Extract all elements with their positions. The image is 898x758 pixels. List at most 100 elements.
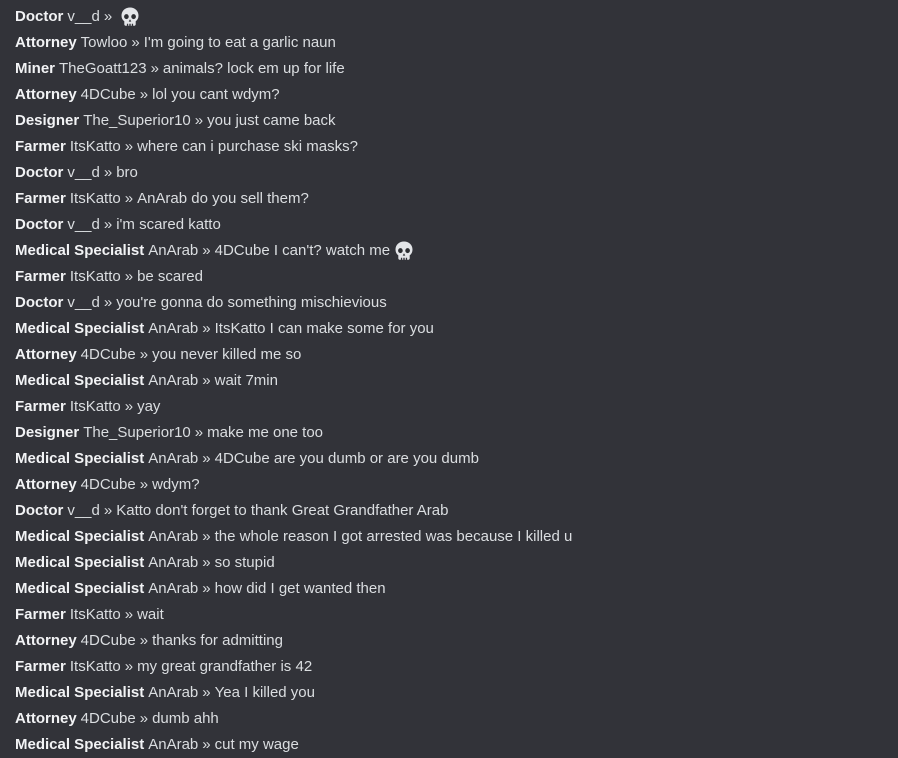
message-separator: » (103, 294, 113, 311)
message-username[interactable]: 4DCube (81, 82, 136, 108)
message-text: dumb ahh (152, 710, 219, 727)
message-role: Farmer (15, 268, 66, 285)
message-role: Medical Specialist (15, 736, 145, 753)
message-separator: » (103, 502, 113, 519)
chat-message: Farmer ItsKatto » yay (15, 394, 898, 420)
chat-message: Attorney 4DCube » dumb ahh (15, 706, 898, 732)
message-username[interactable]: AnArab (148, 732, 198, 758)
message-text: wait (137, 606, 164, 623)
message-separator: » (124, 606, 134, 623)
message-text: ItsKatto I can make some for you (214, 320, 434, 337)
chat-message: Miner TheGoatt123 » animals? lock em up … (15, 56, 898, 82)
chat-message: Medical Specialist AnArab » ItsKatto I c… (15, 316, 898, 342)
chat-message: Attorney Towloo » I'm going to eat a gar… (15, 30, 898, 56)
message-text: you just came back (207, 112, 336, 129)
message-text: lol you cant wdym? (152, 86, 280, 103)
message-separator: » (103, 164, 113, 181)
message-username[interactable]: 4DCube (81, 472, 136, 498)
message-username[interactable]: v__d (67, 4, 100, 30)
message-separator: » (194, 112, 204, 129)
message-role: Designer (15, 424, 80, 441)
message-username[interactable]: v__d (67, 160, 100, 186)
chat-message: Doctor v__d » (15, 4, 898, 30)
chat-message: Medical Specialist AnArab » how did I ge… (15, 576, 898, 602)
skull-icon (393, 240, 415, 262)
message-text: yay (137, 398, 161, 415)
message-role: Attorney (15, 34, 77, 51)
chat-message: Doctor v__d » i'm scared katto (15, 212, 898, 238)
chat-message: Farmer ItsKatto » wait (15, 602, 898, 628)
message-username[interactable]: ItsKatto (70, 394, 121, 420)
message-username[interactable]: AnArab (148, 368, 198, 394)
message-username[interactable]: 4DCube (81, 628, 136, 654)
message-separator: » (194, 424, 204, 441)
message-username[interactable]: 4DCube (81, 342, 136, 368)
message-username[interactable]: The_Superior10 (83, 108, 191, 134)
message-text: 4DCube I can't? watch me (214, 242, 391, 259)
message-separator: » (124, 138, 134, 155)
message-username[interactable]: AnArab (148, 316, 198, 342)
message-separator: » (150, 60, 159, 77)
message-separator: » (202, 736, 211, 753)
message-role: Doctor (15, 216, 64, 233)
message-username[interactable]: ItsKatto (70, 186, 121, 212)
chat-message: Medical Specialist AnArab » 4DCube are y… (15, 446, 898, 472)
message-username[interactable]: v__d (67, 498, 100, 524)
chat-message: Doctor v__d » you're gonna do something … (15, 290, 898, 316)
message-text: you're gonna do something mischievious (116, 294, 387, 311)
message-text: the whole reason I got arrested was beca… (214, 528, 573, 545)
chat-message: Attorney 4DCube » you never killed me so (15, 342, 898, 368)
message-role: Attorney (15, 710, 77, 727)
message-text: 4DCube are you dumb or are you dumb (214, 450, 479, 467)
message-username[interactable]: 4DCube (81, 706, 136, 732)
message-role: Doctor (15, 502, 64, 519)
message-role: Medical Specialist (15, 554, 145, 571)
chat-message: Farmer ItsKatto » AnArab do you sell the… (15, 186, 898, 212)
skull-icon (119, 6, 141, 28)
message-text: so stupid (214, 554, 275, 571)
message-username[interactable]: ItsKatto (70, 134, 121, 160)
message-username[interactable]: AnArab (148, 680, 198, 706)
message-username[interactable]: The_Superior10 (83, 420, 191, 446)
message-text: I'm going to eat a garlic naun (143, 34, 336, 51)
message-separator: » (139, 632, 149, 649)
message-role: Farmer (15, 658, 66, 675)
chat-message: Medical Specialist AnArab » wait 7min (15, 368, 898, 394)
message-text: thanks for admitting (152, 632, 283, 649)
message-separator: » (124, 268, 134, 285)
message-username[interactable]: AnArab (148, 446, 198, 472)
message-role: Medical Specialist (15, 450, 145, 467)
chat-message: Medical Specialist AnArab » cut my wage (15, 732, 898, 758)
message-separator: » (139, 86, 149, 103)
message-username[interactable]: AnArab (148, 238, 198, 264)
chat-message: Designer The_Superior10 » you just came … (15, 108, 898, 134)
message-role: Medical Specialist (15, 372, 145, 389)
message-separator: » (202, 528, 211, 545)
message-separator: » (202, 554, 211, 571)
message-username[interactable]: v__d (67, 212, 100, 238)
message-username[interactable]: TheGoatt123 (59, 56, 147, 82)
message-role: Miner (15, 60, 56, 77)
message-username[interactable]: ItsKatto (70, 264, 121, 290)
message-role: Attorney (15, 476, 77, 493)
message-separator: » (124, 398, 134, 415)
message-text: i'm scared katto (116, 216, 221, 233)
message-username[interactable]: AnArab (148, 550, 198, 576)
message-separator: » (202, 372, 211, 389)
message-separator: » (131, 34, 140, 51)
message-username[interactable]: ItsKatto (70, 654, 121, 680)
message-username[interactable]: AnArab (148, 576, 198, 602)
chat-message: Medical Specialist AnArab » Yea I killed… (15, 680, 898, 706)
chat-message: Farmer ItsKatto » be scared (15, 264, 898, 290)
message-username[interactable]: v__d (67, 290, 100, 316)
message-username[interactable]: Towloo (81, 30, 128, 56)
message-text: animals? lock em up for life (162, 60, 345, 77)
message-role: Farmer (15, 398, 66, 415)
message-role: Medical Specialist (15, 242, 145, 259)
chat-message: Doctor v__d » Katto don't forget to than… (15, 498, 898, 524)
message-username[interactable]: ItsKatto (70, 602, 121, 628)
message-separator: » (103, 216, 113, 233)
message-role: Medical Specialist (15, 684, 145, 701)
message-text: AnArab do you sell them? (137, 190, 309, 207)
message-username[interactable]: AnArab (148, 524, 198, 550)
